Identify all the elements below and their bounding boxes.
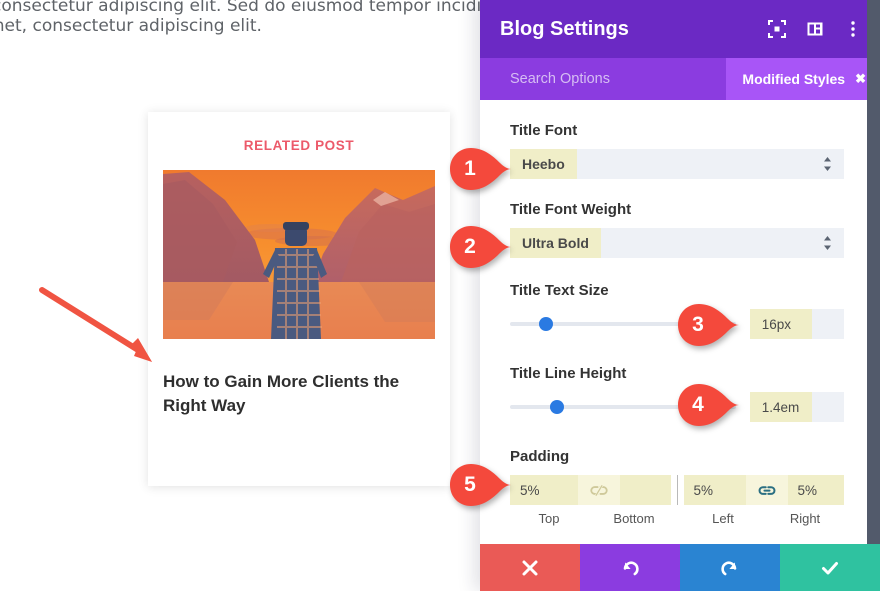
title-line-height-control: 1.4em [510,392,844,422]
callout-pin-5-number: 5 [464,473,476,496]
clipped-paragraph-line2: met, consectetur adipiscing elit. [0,16,262,36]
padding-divider [676,475,678,505]
pointer-arrow [39,287,152,362]
checkmark-icon [822,561,838,574]
slider-handle[interactable] [550,400,565,414]
close-icon[interactable]: ✖ [855,71,866,87]
padding-left-value: 5% [693,482,714,498]
undo-button[interactable] [580,544,680,591]
cancel-button[interactable] [480,544,580,591]
save-button[interactable] [780,544,880,591]
padding-labels-row: Top Bottom Left Right [510,511,844,526]
sunset-landscape-illustration [163,170,435,339]
search-bar: Search Options Modified Styles ✖ [480,58,880,100]
undo-icon [623,561,639,575]
chain-linked-icon[interactable] [745,475,788,505]
title-text-size-control: 16px [510,309,844,339]
field-title-text-size: Title Text Size 16px [510,282,844,339]
title-font-select[interactable]: Heebo [510,149,844,179]
panel-layout-icon[interactable] [806,20,824,38]
panel-header-icons [768,20,862,38]
padding-top-bottom-group: 5% [510,475,671,505]
callout-pin-2-number: 2 [464,235,476,258]
padding-label: Padding [510,448,570,465]
title-line-height-label: Title Line Height [510,365,627,382]
panel-title: Blog Settings [500,17,629,40]
title-font-value: Heebo [510,149,577,179]
callout-pin-4-number: 4 [692,393,704,416]
title-line-height-input[interactable]: 1.4em [749,392,844,422]
redo-icon [721,561,737,575]
field-title-font: Title Font Heebo [510,122,844,179]
padding-right-label: Right [789,511,821,526]
related-post-label: RELATED POST [243,138,355,153]
page-preview-area: um dolor sit amet, consectetur adipiscin… [0,0,480,591]
panel-header: Blog Settings [480,0,880,58]
post-title-text[interactable]: How to Gain More Clients the Right Way [163,370,425,418]
title-font-weight-label: Title Font Weight [510,201,632,218]
padding-top-value: 5% [520,482,540,498]
blog-settings-panel: Blog Settings Search Options Modified St… [480,0,880,591]
field-title-line-height: Title Line Height 1.4em [510,365,844,422]
padding-inputs-row: 5% 5% 5% [510,475,844,505]
stepper-arrows-icon[interactable] [823,235,832,251]
title-line-height-value: 1.4em [749,392,812,422]
title-text-size-input[interactable]: 16px [749,309,844,339]
padding-left-input[interactable]: 5% [683,475,746,505]
callout-pin-5: 5 [450,464,512,506]
chain-broken-icon[interactable] [578,475,620,505]
slider-handle[interactable] [539,317,554,331]
callout-pin-1: 1 [450,148,512,190]
focus-target-icon[interactable] [768,20,786,38]
callout-pin-4: 4 [678,384,740,426]
close-icon [522,560,538,575]
title-text-size-label: Title Text Size [510,282,609,299]
post-thumbnail-image[interactable] [163,170,435,339]
panel-footer [480,544,880,591]
field-padding: Padding 5% 5% 5% Top Bottom Left Right [510,448,844,526]
redo-button[interactable] [680,544,780,591]
callout-pin-1-number: 1 [464,157,476,180]
title-font-weight-value: Ultra Bold [510,228,601,258]
modified-styles-label: Modified Styles [742,71,846,87]
search-input[interactable]: Search Options [510,71,726,87]
padding-left-label: Left [712,511,734,526]
panel-scrollbar[interactable] [867,0,880,545]
callout-pin-2: 2 [450,226,512,268]
padding-bottom-input[interactable] [620,475,671,505]
modified-styles-chip[interactable]: Modified Styles ✖ [726,58,880,100]
padding-top-input[interactable]: 5% [510,475,578,505]
padding-top-label: Top [538,511,560,526]
stepper-arrows-icon[interactable] [823,156,832,172]
padding-bottom-label: Bottom [613,511,655,526]
padding-right-input[interactable]: 5% [787,475,844,505]
field-title-font-weight: Title Font Weight Ultra Bold [510,201,844,258]
screenshot-root: um dolor sit amet, consectetur adipiscin… [0,0,880,591]
more-options-icon[interactable] [844,20,862,38]
padding-right-value: 5% [797,482,818,498]
title-font-label: Title Font [510,122,578,139]
related-post-card[interactable]: RELATED POST How to Gain More Clients th… [148,112,450,486]
title-text-size-value: 16px [749,309,812,339]
padding-left-right-group: 5% 5% [683,475,844,505]
callout-pin-3: 3 [678,304,740,346]
title-font-weight-select[interactable]: Ultra Bold [510,228,844,258]
callout-pin-3-number: 3 [692,313,704,336]
